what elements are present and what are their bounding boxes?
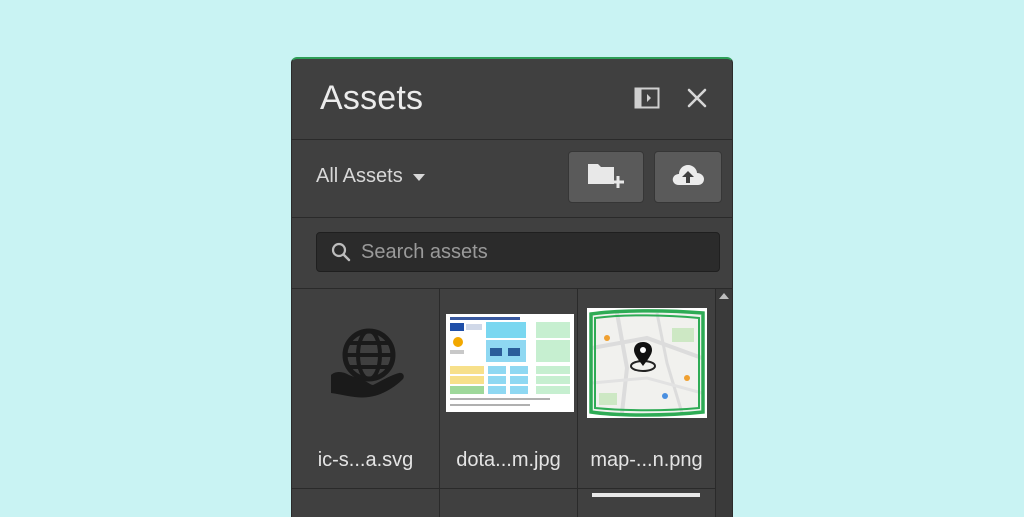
assets-toolbar: All Assets xyxy=(292,139,732,218)
cloud-upload-icon xyxy=(671,163,705,192)
asset-filter-label: All Assets xyxy=(316,165,403,187)
search-input[interactable] xyxy=(359,239,703,265)
close-button[interactable] xyxy=(682,85,712,115)
search-box xyxy=(316,232,720,272)
asset-tile[interactable]: ic-s...a.svg xyxy=(292,289,440,489)
asset-filename: dota...m.jpg xyxy=(456,449,561,471)
close-icon xyxy=(686,87,708,114)
upload-button[interactable] xyxy=(654,151,722,203)
asset-tile[interactable] xyxy=(578,489,716,517)
assets-grid: ic-s...a.svg dota...m.jpg map-...n.png xyxy=(292,289,716,517)
search-icon xyxy=(331,242,351,262)
asset-tile[interactable] xyxy=(292,489,440,517)
asset-thumbnail-partial xyxy=(592,493,700,497)
document-thumbnail xyxy=(446,311,574,415)
caret-down-icon xyxy=(412,165,425,188)
new-folder-button[interactable] xyxy=(568,151,644,203)
panel-header: Assets xyxy=(292,59,732,140)
asset-tile[interactable]: map-...n.png xyxy=(578,289,716,489)
asset-filename: ic-s...a.svg xyxy=(317,449,414,471)
sidebar-toggle-icon xyxy=(634,87,660,114)
sidebar-toggle-button[interactable] xyxy=(632,85,662,115)
globe-hand-icon xyxy=(302,311,430,415)
search-row xyxy=(292,218,732,289)
asset-tile[interactable] xyxy=(440,489,578,517)
asset-filename: map-...n.png xyxy=(590,449,703,471)
folder-plus-icon xyxy=(586,160,626,195)
asset-tile[interactable]: dota...m.jpg xyxy=(440,289,578,489)
map-thumbnail xyxy=(586,308,708,418)
assets-scrollbar[interactable] xyxy=(715,289,732,517)
assets-panel: Assets All Assets Search assets ic-s...a… xyxy=(291,57,733,517)
panel-title: Assets xyxy=(320,79,424,117)
asset-filter-dropdown[interactable]: All Assets xyxy=(316,165,425,188)
scroll-up-arrow-icon[interactable] xyxy=(719,293,729,299)
